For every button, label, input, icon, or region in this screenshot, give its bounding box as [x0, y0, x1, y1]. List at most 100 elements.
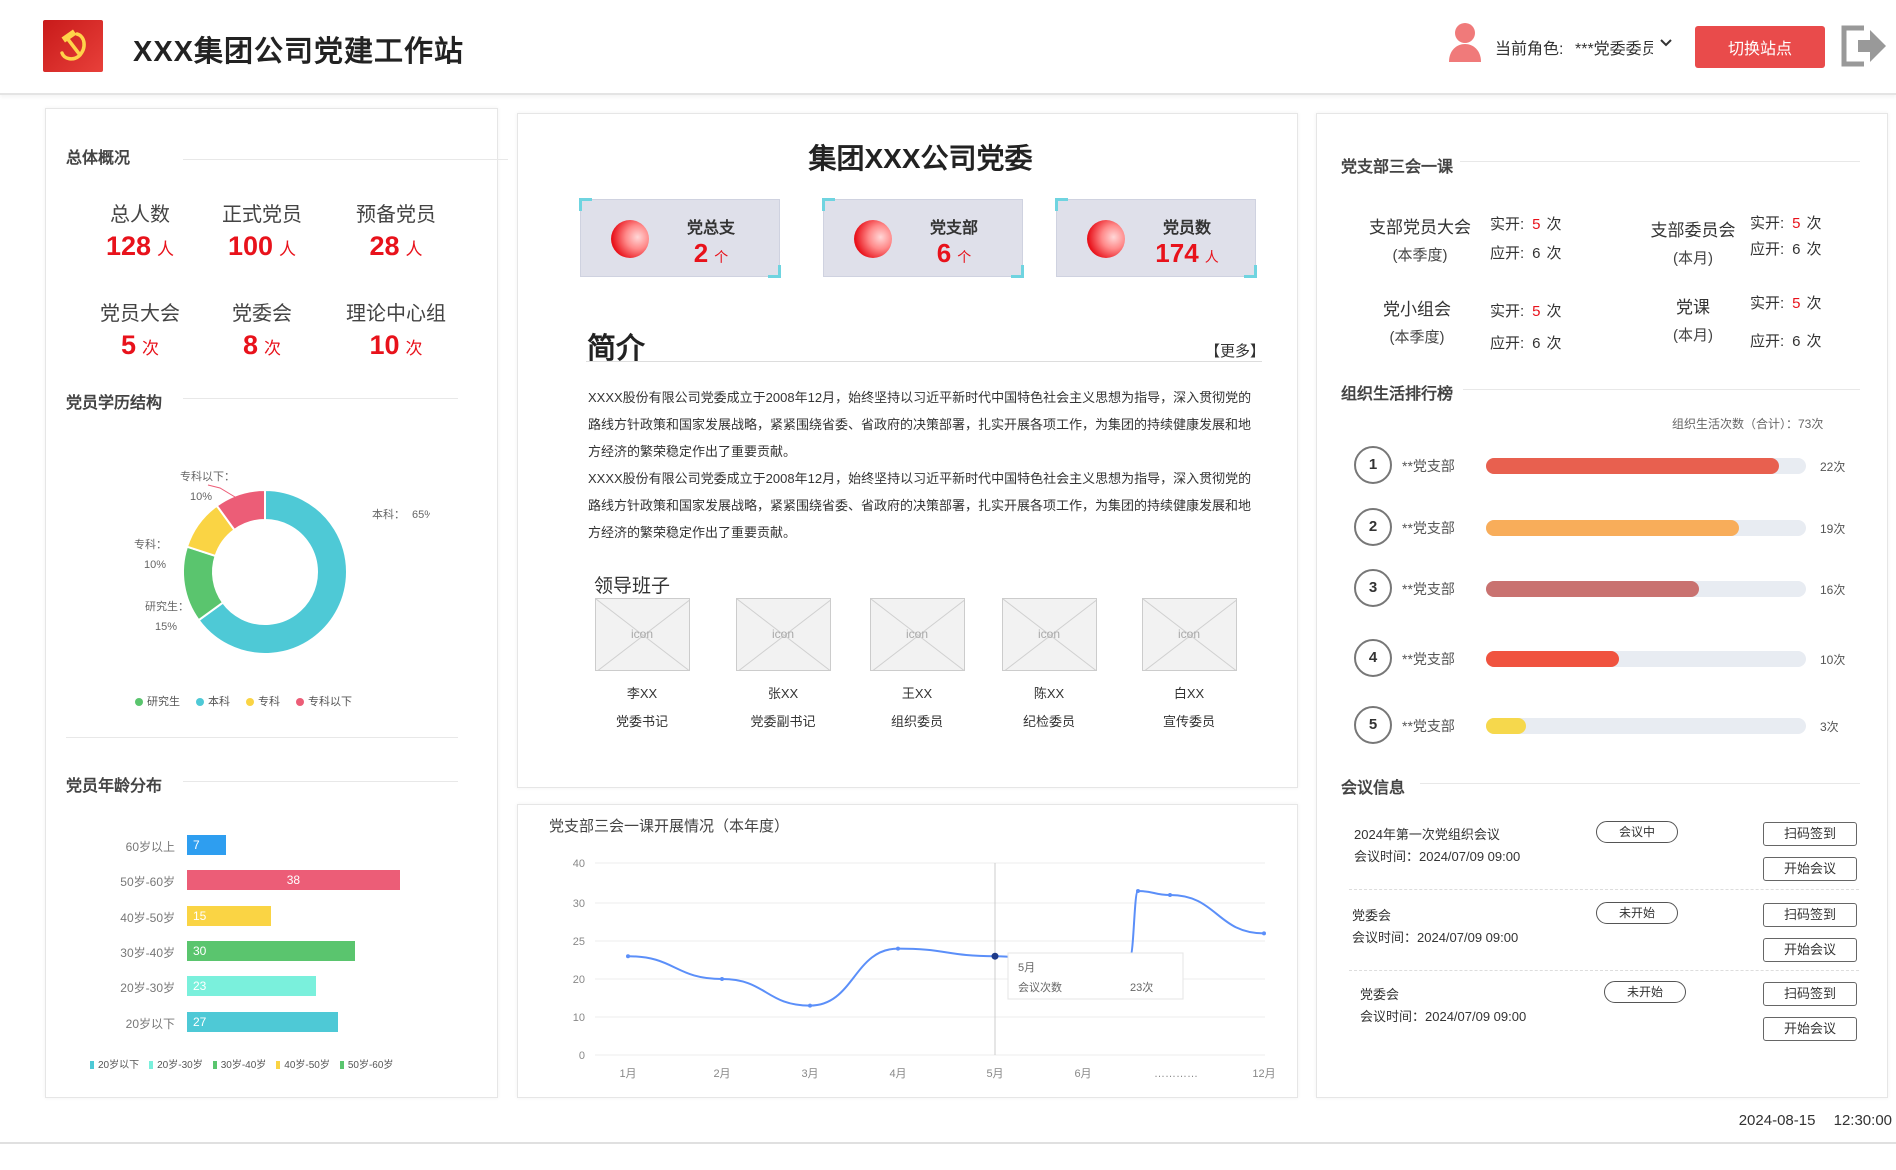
rank-number: 5: [1354, 706, 1392, 744]
ranking-title: 组织生活排行榜: [1341, 386, 1454, 403]
chevron-down-icon[interactable]: [1658, 34, 1674, 50]
legend-marker: [276, 1061, 281, 1070]
kpi-label: 党总支: [686, 220, 735, 237]
leader-card[interactable]: icon 李XX 党委书记: [587, 598, 697, 730]
role-label: 当前角色:: [1495, 41, 1564, 58]
x-tick-label: 12月: [1252, 1068, 1275, 1080]
rank-branch-name: **党支部: [1402, 651, 1455, 667]
kpi-card[interactable]: 党支部 6 个: [822, 198, 1024, 278]
rank-number: 3: [1354, 569, 1392, 607]
kpi-card[interactable]: 党员数 174 人: [1055, 198, 1257, 278]
meeting-status-badge: 未开始: [1596, 902, 1678, 924]
stat-unit: 次: [264, 339, 282, 358]
meeting-type-name: 党小组会: [1383, 300, 1451, 319]
actual-unit: 次: [1546, 303, 1562, 320]
scan-sign-in-button[interactable]: 扫码签到: [1763, 903, 1857, 927]
meeting-status-badge: 会议中: [1596, 821, 1678, 843]
intro-text: XXXX股份有限公司党委成立于2008年12月，始终坚持以习近平新时代中国特色社…: [588, 384, 1258, 546]
switch-site-button[interactable]: 切换站点: [1695, 26, 1825, 68]
age-divider: [183, 781, 458, 782]
stat-item: 总人数 128 人: [75, 198, 205, 262]
rank-bar: [1486, 651, 1620, 667]
stat-item: 理论中心组 10 次: [331, 297, 461, 361]
leader-name: 白XX: [1173, 686, 1205, 701]
user-avatar-icon[interactable]: [1447, 22, 1483, 64]
kpi-content: 党员数 174 人: [1117, 200, 1257, 276]
leader-card[interactable]: icon 陈XX 纪检委员: [994, 598, 1104, 730]
kpi-content: 党总支 2 个: [641, 200, 781, 276]
logout-icon[interactable]: [1838, 24, 1888, 68]
age-axis-label: 20岁以下: [125, 1016, 175, 1031]
planned-count: 应开: 6 次: [1750, 330, 1822, 351]
stat-number: 5: [120, 330, 137, 360]
start-meeting-button[interactable]: 开始会议: [1763, 1017, 1857, 1041]
data-point: [1136, 889, 1140, 893]
stat-label: 正式党员: [222, 204, 302, 226]
rank-value: 16次: [1820, 583, 1846, 597]
planned-unit: 次: [1546, 245, 1562, 262]
education-divider: [183, 398, 458, 399]
planned-value: 6: [1532, 335, 1541, 352]
leader-card[interactable]: icon 白XX 宣传委员: [1134, 598, 1244, 730]
ranking-total: 组织生活次数（合计）：73次: [1672, 417, 1824, 431]
kpi-unit: 人: [1204, 249, 1219, 265]
stat-unit: 人: [157, 240, 175, 259]
meeting-time: 会议时间：2024/07/09 09:00: [1352, 930, 1519, 945]
scan-sign-in-button[interactable]: 扫码签到: [1763, 982, 1857, 1006]
meeting-separator: [1349, 970, 1859, 971]
start-meeting-button[interactable]: 开始会议: [1763, 938, 1857, 962]
overview-title: 总体概况: [66, 150, 131, 167]
legend-item: 30岁-40岁: [212, 1056, 266, 1071]
meetings-stats-title: 党支部三会一课: [1341, 159, 1454, 176]
footer-date: 2024-08-15: [1738, 1112, 1816, 1129]
age-bar: 30: [187, 940, 355, 961]
planned-value: 6: [1792, 241, 1801, 258]
kpi-card[interactable]: 党总支 2 个: [579, 198, 781, 278]
planned-count: 应开: 6 次: [1490, 242, 1562, 263]
meeting-type-name: 支部委员会: [1650, 221, 1736, 240]
age-axis-label: 40岁-50岁: [120, 910, 175, 925]
legend-label: 20岁-30岁: [157, 1060, 203, 1071]
leader-role: 党委副书记: [750, 714, 816, 729]
intro-paragraph: XXXX股份有限公司党委成立于2008年12月，始终坚持以习近平新时代中国特色社…: [588, 390, 1252, 459]
rank-branch-name: **党支部: [1402, 581, 1455, 597]
leader-role: 宣传委员: [1162, 714, 1215, 729]
age-axis-label: 30岁-40岁: [120, 945, 175, 960]
stat-unit: 次: [142, 339, 160, 358]
start-meeting-button[interactable]: 开始会议: [1763, 857, 1857, 881]
rank-bar-track: [1486, 458, 1806, 474]
leaders-title: 领导班子: [594, 576, 671, 597]
leader-role: 党委书记: [615, 714, 668, 729]
tooltip-month: 5月: [1018, 962, 1035, 974]
stat-number: 100: [227, 231, 274, 261]
rank-value: 22次: [1820, 460, 1846, 474]
legend-marker: [212, 1061, 217, 1070]
meetings-stats-divider: [1460, 161, 1860, 162]
ranking-divider: [1463, 389, 1860, 390]
hammer-sickle-icon: [60, 29, 86, 61]
age-bar: 38: [187, 870, 400, 891]
legend-marker: [149, 1061, 154, 1070]
planned-label: 应开:: [1490, 335, 1525, 352]
intro-more-link[interactable]: 【更多】: [1205, 340, 1265, 361]
rank-value: 19次: [1820, 522, 1846, 536]
age-bar: 23: [187, 976, 316, 997]
age-axis-label: 20岁-30岁: [120, 981, 175, 996]
role-select[interactable]: ***党委委员: [1575, 35, 1653, 59]
x-tick-label: 2月: [713, 1068, 730, 1080]
age-bar: 15: [187, 905, 271, 926]
kpi-number: 2: [693, 238, 709, 268]
leader-role: 纪检委员: [1022, 714, 1075, 729]
intro-divider: [586, 361, 1262, 362]
meetings-divider: [1420, 783, 1860, 784]
scan-sign-in-button[interactable]: 扫码签到: [1763, 822, 1857, 846]
leader-card[interactable]: icon 王XX 组织委员: [862, 598, 972, 730]
data-point: [1262, 931, 1266, 936]
legend-item: 专科: [246, 693, 280, 709]
top-header: XXX集团公司党建工作站 当前角色: ***党委委员 切换站点: [0, 0, 1896, 95]
kpi-number: 6: [936, 238, 952, 268]
leader-card[interactable]: icon 张XX 党委副书记: [728, 598, 838, 730]
x-tick-label: …………: [1154, 1068, 1198, 1080]
legend-dot: [246, 698, 254, 707]
y-tick-label: 10: [573, 1012, 585, 1024]
